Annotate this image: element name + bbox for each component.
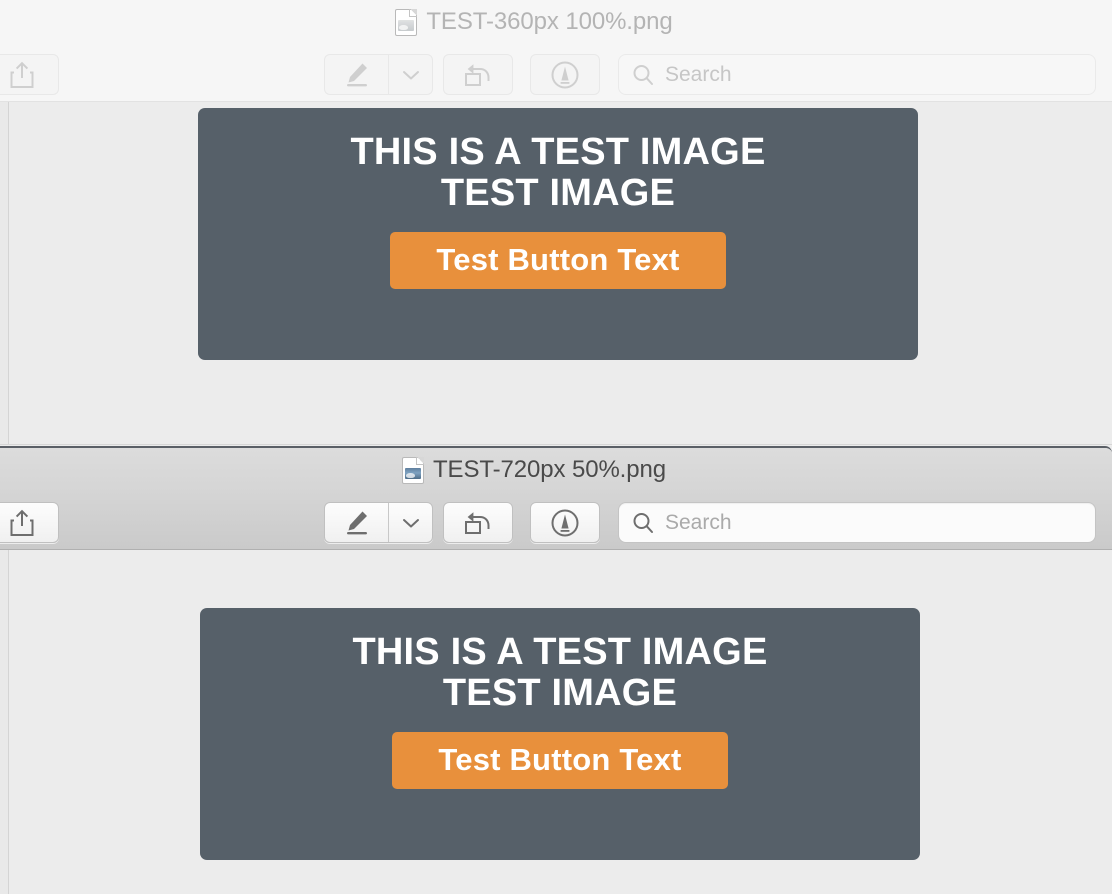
preview-toolbar: Search: [0, 492, 1112, 550]
share-icon: [10, 509, 33, 536]
rotate-left-icon: [465, 511, 490, 534]
share-icon: [10, 61, 33, 88]
preview-window-inactive[interactable]: TEST-360px 100%.png Search THIS IS A TES…: [0, 0, 1112, 446]
image-document-icon: [401, 456, 424, 484]
markup-toolbar-icon: [551, 61, 579, 88]
window-title-group: TEST-720px 50%.png: [401, 456, 666, 484]
share-button[interactable]: [0, 502, 59, 543]
window-title-group: TEST-360px 100%.png: [395, 8, 673, 36]
test-image-button: Test Button Text: [392, 732, 728, 790]
test-image-card: THIS IS A TEST IMAGE TEST IMAGE Test But…: [200, 608, 920, 860]
share-button[interactable]: [0, 54, 59, 95]
highlighter-icon: [346, 511, 367, 534]
magnifier-icon: [633, 64, 653, 85]
markup-tool-group: [324, 54, 433, 95]
chevron-down-icon: [402, 518, 419, 527]
rotate-left-icon: [465, 63, 490, 86]
highlighter-button[interactable]: [325, 55, 388, 94]
preview-toolbar: Search: [0, 44, 1112, 102]
test-image-heading: THIS IS A TEST IMAGE TEST IMAGE: [352, 631, 768, 714]
highlighter-button[interactable]: [325, 503, 388, 542]
markup-options-button[interactable]: [388, 503, 432, 542]
search-field[interactable]: Search: [618, 54, 1096, 95]
markup-options-button[interactable]: [388, 55, 432, 94]
window-titlebar[interactable]: TEST-720px 50%.png: [0, 448, 1112, 492]
preview-window-active[interactable]: TEST-720px 50%.png Search THIS IS A TEST…: [0, 446, 1112, 894]
highlighter-icon: [346, 63, 367, 86]
markup-tool-group: [324, 502, 433, 543]
window-title: TEST-720px 50%.png: [432, 456, 666, 483]
test-image-heading: THIS IS A TEST IMAGE TEST IMAGE: [350, 131, 766, 214]
search-field[interactable]: Search: [618, 502, 1096, 543]
window-titlebar[interactable]: TEST-360px 100%.png: [0, 0, 1112, 44]
desktop-screen: TEST-360px 100%.png Search THIS IS A TES…: [0, 0, 1112, 894]
test-image-card: THIS IS A TEST IMAGE TEST IMAGE Test But…: [198, 108, 918, 360]
image-document-icon: [395, 8, 418, 36]
rotate-left-button[interactable]: [443, 54, 513, 95]
markup-toolbar-button[interactable]: [530, 502, 600, 543]
chevron-down-icon: [402, 70, 419, 79]
markup-toolbar-icon: [551, 509, 579, 536]
document-canvas[interactable]: THIS IS A TEST IMAGE TEST IMAGE Test But…: [0, 550, 1112, 894]
magnifier-icon: [633, 512, 653, 533]
markup-toolbar-button[interactable]: [530, 54, 600, 95]
window-title: TEST-360px 100%.png: [426, 8, 673, 35]
search-input[interactable]: Search: [665, 511, 732, 535]
test-image-button: Test Button Text: [390, 232, 726, 290]
search-input[interactable]: Search: [665, 63, 732, 87]
rotate-left-button[interactable]: [443, 502, 513, 543]
document-canvas[interactable]: THIS IS A TEST IMAGE TEST IMAGE Test But…: [0, 102, 1112, 445]
